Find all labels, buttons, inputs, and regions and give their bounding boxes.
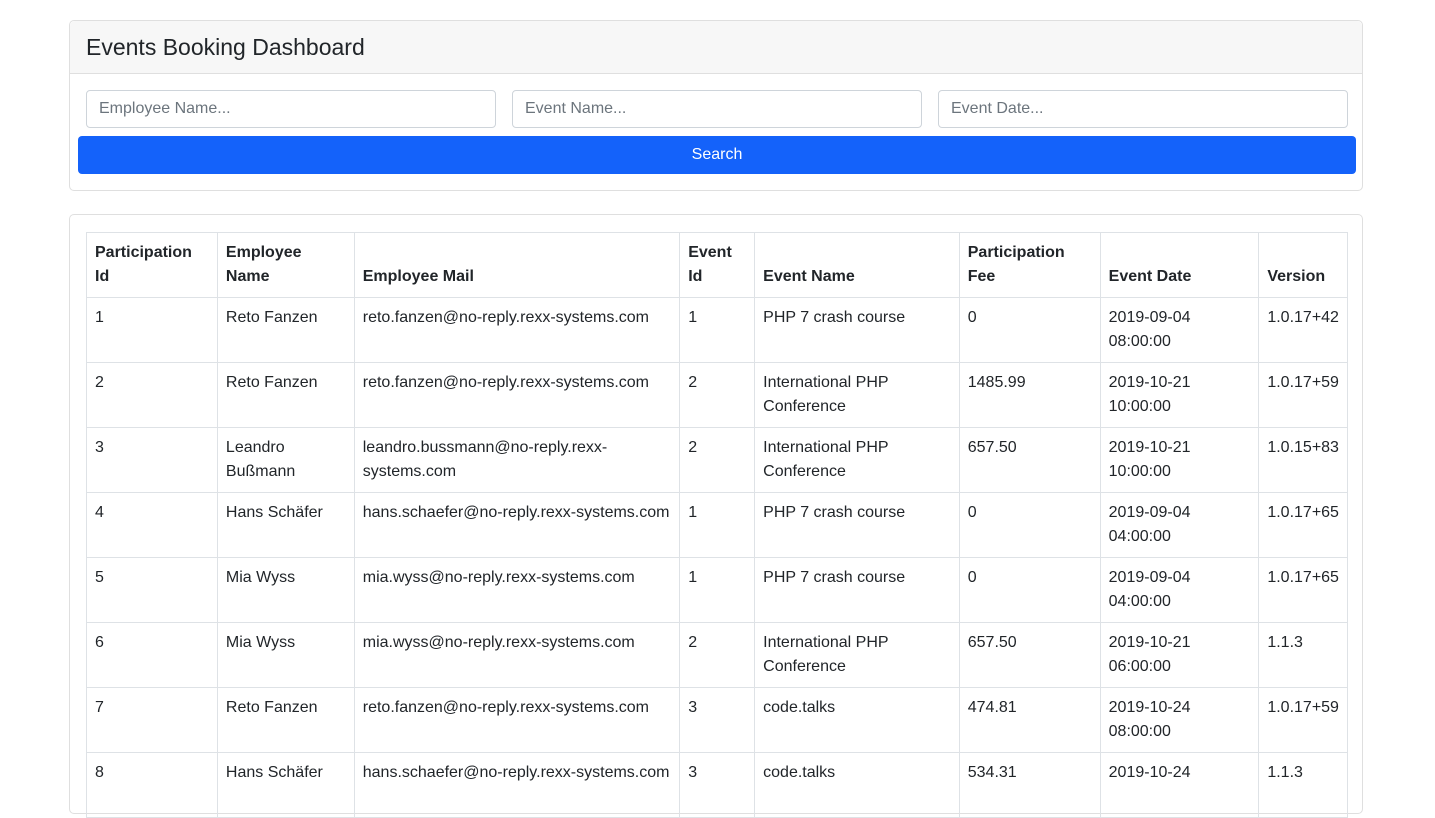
page-title: Events Booking Dashboard [86,33,365,60]
table-row: 1 Reto Fanzen reto.fanzen@no-reply.rexx-… [86,297,1348,363]
table-row: 6 Mia Wyss mia.wyss@no-reply.rexx-system… [86,622,1348,688]
cell-participation-fee: 1485.99 [958,362,1101,428]
employee-name-input[interactable] [86,90,496,128]
table-row: 8 Hans Schäfer hans.schaefer@no-reply.re… [86,752,1348,818]
cell-event-date: 2019-10-21 06:00:00 [1099,622,1260,688]
cell-event-date: 2019-09-04 08:00:00 [1099,297,1260,363]
cell-participation-fee: 657.50 [958,622,1101,688]
cell-event-date: 2019-09-04 04:00:00 [1099,557,1260,623]
cell-event-id: 2 [679,427,756,493]
filter-row [86,90,1348,128]
cell-version: 1.0.15+83 [1258,427,1348,493]
cell-version: 1.0.17+65 [1258,492,1348,558]
table-row: 4 Hans Schäfer hans.schaefer@no-reply.re… [86,492,1348,558]
column-header-event-id: Event Id [679,232,756,298]
cell-participation-fee: 474.81 [958,687,1101,753]
cell-event-date: 2019-10-21 10:00:00 [1099,427,1260,493]
cell-event-name: PHP 7 crash course [754,492,960,558]
column-header-employee-mail: Employee Mail [353,232,681,298]
results-card: Participation Id Employee Name Employee … [69,214,1363,818]
cell-event-name: International PHP Conference [754,362,960,428]
table-row: 5 Mia Wyss mia.wyss@no-reply.rexx-system… [86,557,1348,623]
cell-employee-name: Mia Wyss [216,557,355,623]
column-header-participation-fee: Participation Fee [958,232,1101,298]
search-card: Events Booking Dashboard Search [69,20,1363,191]
cell-event-date: 2019-10-21 10:00:00 [1099,362,1260,428]
card-header: Events Booking Dashboard [70,21,1362,74]
cell-employee-name: Reto Fanzen [216,297,355,363]
cell-participation-fee: 534.31 [958,752,1101,818]
cell-event-id: 1 [679,557,756,623]
cell-participation-id: 7 [86,687,218,753]
cell-version: 1.0.17+42 [1258,297,1348,363]
cell-employee-name: Reto Fanzen [216,362,355,428]
column-header-employee-name: Employee Name [216,232,355,298]
cell-version: 1.1.3 [1258,752,1348,818]
cell-employee-name: Leandro Bußmann [216,427,355,493]
cell-version: 1.1.3 [1258,622,1348,688]
cell-event-date: 2019-10-24 [1099,752,1260,818]
cell-version: 1.0.17+59 [1258,687,1348,753]
cell-participation-id: 6 [86,622,218,688]
cell-employee-name: Hans Schäfer [216,492,355,558]
cell-participation-fee: 0 [958,557,1101,623]
column-header-version: Version [1258,232,1348,298]
cell-event-name: code.talks [754,752,960,818]
cell-employee-mail: reto.fanzen@no-reply.rexx-systems.com [353,297,681,363]
cell-participation-id: 5 [86,557,218,623]
cell-employee-mail: leandro.bussmann@no-reply.rexx-systems.c… [353,427,681,493]
cell-event-date: 2019-09-04 04:00:00 [1099,492,1260,558]
table-row: 7 Reto Fanzen reto.fanzen@no-reply.rexx-… [86,687,1348,753]
cell-employee-mail: reto.fanzen@no-reply.rexx-systems.com [353,362,681,428]
cell-participation-id: 1 [86,297,218,363]
cell-participation-id: 3 [86,427,218,493]
cell-employee-name: Hans Schäfer [216,752,355,818]
cell-version: 1.0.17+65 [1258,557,1348,623]
cell-employee-mail: mia.wyss@no-reply.rexx-systems.com [353,557,681,623]
column-header-participation-id: Participation Id [86,232,218,298]
cell-participation-id: 2 [86,362,218,428]
cell-event-id: 1 [679,297,756,363]
event-name-input[interactable] [512,90,922,128]
table-row: 2 Reto Fanzen reto.fanzen@no-reply.rexx-… [86,362,1348,428]
cell-event-name: International PHP Conference [754,427,960,493]
cell-employee-mail: hans.schaefer@no-reply.rexx-systems.com [353,752,681,818]
cell-employee-name: Mia Wyss [216,622,355,688]
cell-employee-name: Reto Fanzen [216,687,355,753]
cell-event-id: 3 [679,687,756,753]
cell-version: 1.0.17+59 [1258,362,1348,428]
cell-participation-fee: 0 [958,297,1101,363]
cell-event-name: PHP 7 crash course [754,557,960,623]
cell-employee-mail: reto.fanzen@no-reply.rexx-systems.com [353,687,681,753]
cell-employee-mail: hans.schaefer@no-reply.rexx-systems.com [353,492,681,558]
table-row: 3 Leandro Bußmann leandro.bussmann@no-re… [86,427,1348,493]
cell-participation-fee: 0 [958,492,1101,558]
cell-participation-id: 4 [86,492,218,558]
column-header-event-date: Event Date [1099,232,1260,298]
cell-event-id: 2 [679,622,756,688]
bookings-table: Participation Id Employee Name Employee … [86,232,1348,818]
cell-event-name: PHP 7 crash course [754,297,960,363]
search-button[interactable]: Search [78,136,1356,174]
cell-employee-mail: mia.wyss@no-reply.rexx-systems.com [353,622,681,688]
cell-participation-id: 8 [86,752,218,818]
cell-event-id: 1 [679,492,756,558]
cell-event-id: 2 [679,362,756,428]
cell-event-id: 3 [679,752,756,818]
cell-event-name: code.talks [754,687,960,753]
column-header-event-name: Event Name [754,232,960,298]
cell-event-date: 2019-10-24 08:00:00 [1099,687,1260,753]
cell-event-name: International PHP Conference [754,622,960,688]
event-date-input[interactable] [938,90,1348,128]
cell-participation-fee: 657.50 [958,427,1101,493]
table-header-row: Participation Id Employee Name Employee … [86,232,1348,298]
